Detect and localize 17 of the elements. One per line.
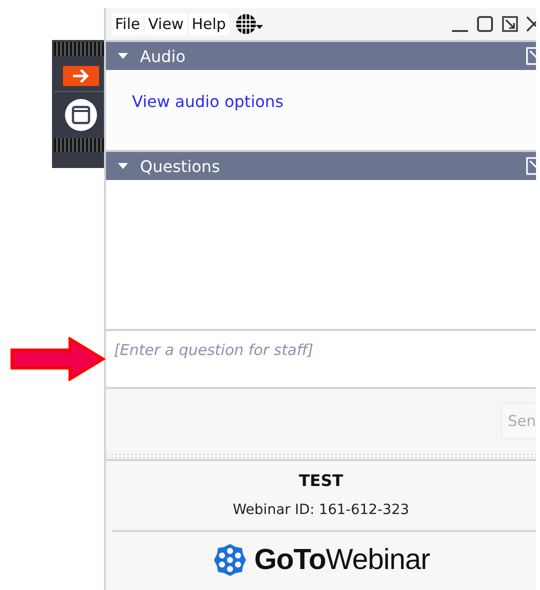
menu-item[interactable]: Help (188, 13, 229, 35)
webinar-title: TEST (298, 471, 344, 490)
pane-header[interactable]: Questions (106, 150, 536, 180)
pane-header[interactable]: Audio (106, 40, 536, 70)
question-input[interactable]: [Enter a question for staff] (106, 331, 536, 389)
audio-options-link[interactable]: View audio options (132, 92, 284, 111)
menu-item[interactable]: View (145, 13, 187, 35)
webinar-id: Webinar ID: 161-612-323 (232, 502, 410, 518)
pane-title: Questions (140, 156, 220, 176)
menu-item[interactable]: File (112, 13, 144, 35)
close-icon[interactable] (526, 15, 536, 33)
maximize-icon[interactable] (476, 15, 494, 33)
logo-text: GoToWebinar (254, 544, 430, 576)
window-icon[interactable] (64, 98, 98, 132)
popout-icon[interactable] (501, 15, 519, 33)
logo-icon (212, 542, 248, 578)
pane-title: Audio (140, 46, 186, 66)
